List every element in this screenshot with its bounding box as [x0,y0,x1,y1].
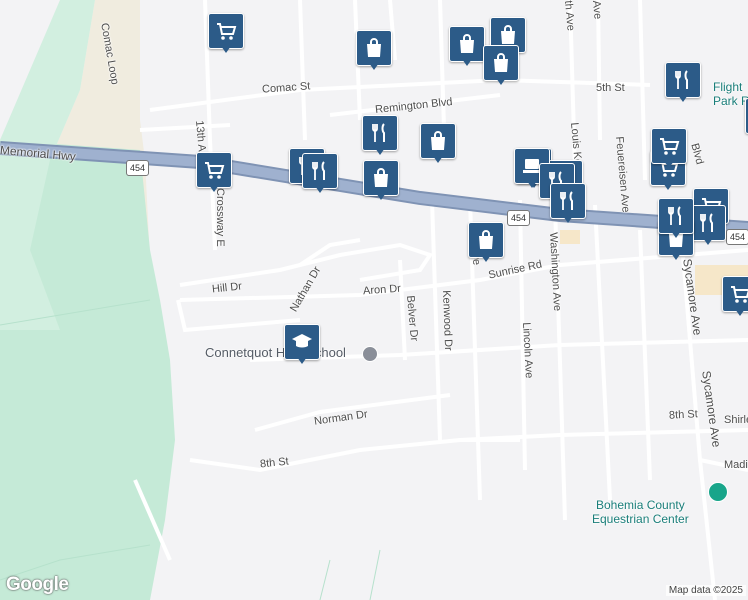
equestrian-line-2: Equestrian Center [592,512,689,526]
school-place-icon [362,346,378,362]
flight-line-2: Park Re [713,94,748,108]
route-shield: 454 [126,160,150,176]
bag-icon [460,34,474,53]
fork-knife-icon [560,191,573,210]
map-pin-fork-knife[interactable] [665,62,701,104]
google-logo: Google [6,574,69,595]
bag-icon [479,230,493,249]
street-label-5th-st: 5th St [596,82,625,94]
fork-knife-icon [700,213,713,232]
place-label-school[interactable]: Connetquot High School [205,345,346,360]
place-label-flight-park[interactable]: Flight Park Re [713,80,748,108]
cart-icon [660,138,680,155]
place-label-equestrian[interactable]: Bohemia County Equestrian Center [592,498,689,526]
map-pin-fork-knife[interactable] [302,153,338,195]
cart-icon [731,286,748,303]
map-pin-fork-knife[interactable] [658,198,694,240]
map-pin-bag[interactable] [363,160,399,202]
bag-icon [367,38,381,57]
bag-icon [431,131,445,150]
map-pin-bag[interactable] [420,123,456,165]
map-copyright: Map data ©2025 [665,585,746,596]
map-pin-bag[interactable] [449,26,485,68]
cart-icon [217,23,237,40]
map-pin-cart[interactable] [722,276,748,318]
flight-line-1: Flight [713,80,743,94]
map-pin-cart[interactable] [208,13,244,55]
bag-icon [374,168,388,187]
fork-knife-icon [675,70,688,89]
map-pin-cart[interactable] [196,152,232,194]
route-shield: 454 [726,229,748,245]
map-pin-fork-knife[interactable] [690,205,726,247]
cart-icon [205,162,225,179]
street-label-8th-st-east: 8th St [668,408,699,422]
map-pin-bag[interactable] [468,222,504,264]
street-label-kenwood-dr: Kenwood Dr [440,290,455,351]
map-pin-bag[interactable] [483,45,519,87]
street-label-crossway-e: Crossway E [214,188,226,247]
equestrian-pin-icon[interactable] [708,482,728,502]
map-pin-bag[interactable] [356,30,392,72]
street-label-th-ave: th Ave [562,0,577,32]
fork-knife-icon [312,161,325,180]
map-pin-fork-knife[interactable] [550,183,586,225]
map-pin-cart[interactable] [651,128,687,170]
fork-knife-icon [668,206,681,225]
street-label-shirley: Shirley [724,414,748,426]
map-pin-graduation-cap[interactable] [284,324,320,366]
graduation-cap-icon [292,334,312,348]
fork-knife-icon [372,123,385,142]
bag-icon [494,53,508,72]
commercial-area-small [560,230,580,244]
equestrian-line-1: Bohemia County [596,498,685,512]
bag-icon [501,25,515,44]
street-label-ave-top: Ave [590,0,604,20]
route-shield: 454 [507,210,531,226]
map-canvas[interactable]: Memorial Hwy 454 454 454 Comac Loop Coma… [0,0,748,600]
map-pin-fork-knife[interactable] [362,115,398,157]
street-label-madi: Madi [724,459,748,471]
